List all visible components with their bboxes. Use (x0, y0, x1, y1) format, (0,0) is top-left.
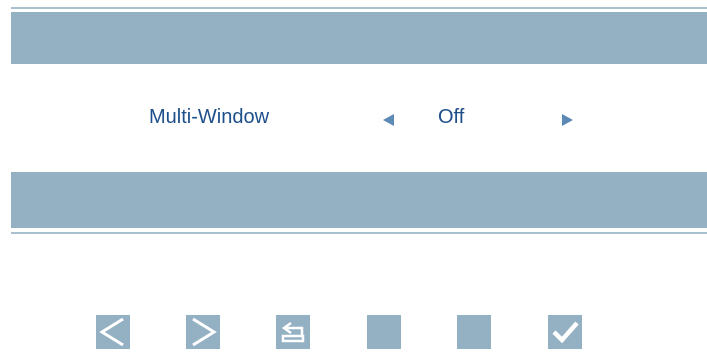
blank-icon (367, 315, 401, 349)
right-triangle-icon[interactable] (562, 114, 573, 126)
setting-value: Off (438, 106, 465, 128)
bottom-band (11, 172, 707, 228)
top-header-band (11, 12, 707, 64)
right-button[interactable] (186, 315, 220, 349)
blank-icon (457, 315, 491, 349)
left-chevron-icon (99, 317, 124, 347)
return-arrow-icon (281, 321, 305, 343)
multi-window-setting-row[interactable]: Multi-Window Off (0, 96, 707, 146)
blank-button[interactable] (367, 315, 401, 349)
confirm-button[interactable] (548, 315, 582, 349)
top-divider (11, 7, 707, 9)
bottom-divider (11, 232, 707, 234)
left-button[interactable] (96, 315, 130, 349)
return-button[interactable] (276, 315, 310, 349)
checkmark-icon (552, 321, 579, 344)
left-triangle-icon[interactable] (383, 114, 394, 126)
setting-label: Multi-Window (149, 106, 270, 128)
right-chevron-icon (192, 317, 217, 347)
blank-button[interactable] (457, 315, 491, 349)
